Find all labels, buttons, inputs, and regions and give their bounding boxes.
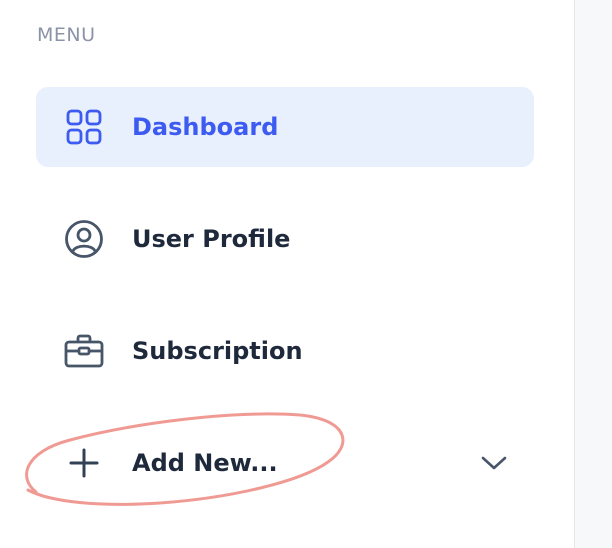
sidebar-item-label: Dashboard — [132, 113, 279, 141]
sidebar-item-label: Subscription — [132, 337, 303, 365]
user-circle-icon — [64, 219, 104, 259]
sidebar: MENU Dashboard User Profile Subscription… — [0, 0, 574, 548]
chevron-down-icon[interactable] — [480, 449, 508, 477]
grid-icon — [64, 107, 104, 147]
page: MENU Dashboard User Profile Subscription… — [0, 0, 612, 548]
sidebar-item-label: Add New... — [132, 449, 278, 477]
plus-icon — [64, 443, 104, 483]
sidebar-item-subscription[interactable]: Subscription — [36, 311, 534, 391]
main-content-area — [575, 0, 612, 548]
menu-section-label: MENU — [37, 24, 96, 46]
sidebar-item-add-new[interactable]: Add New... — [36, 423, 534, 503]
sidebar-item-label: User Profile — [132, 225, 291, 253]
sidebar-item-user-profile[interactable]: User Profile — [36, 199, 534, 279]
sidebar-item-dashboard[interactable]: Dashboard — [36, 87, 534, 167]
briefcase-icon — [64, 331, 104, 371]
